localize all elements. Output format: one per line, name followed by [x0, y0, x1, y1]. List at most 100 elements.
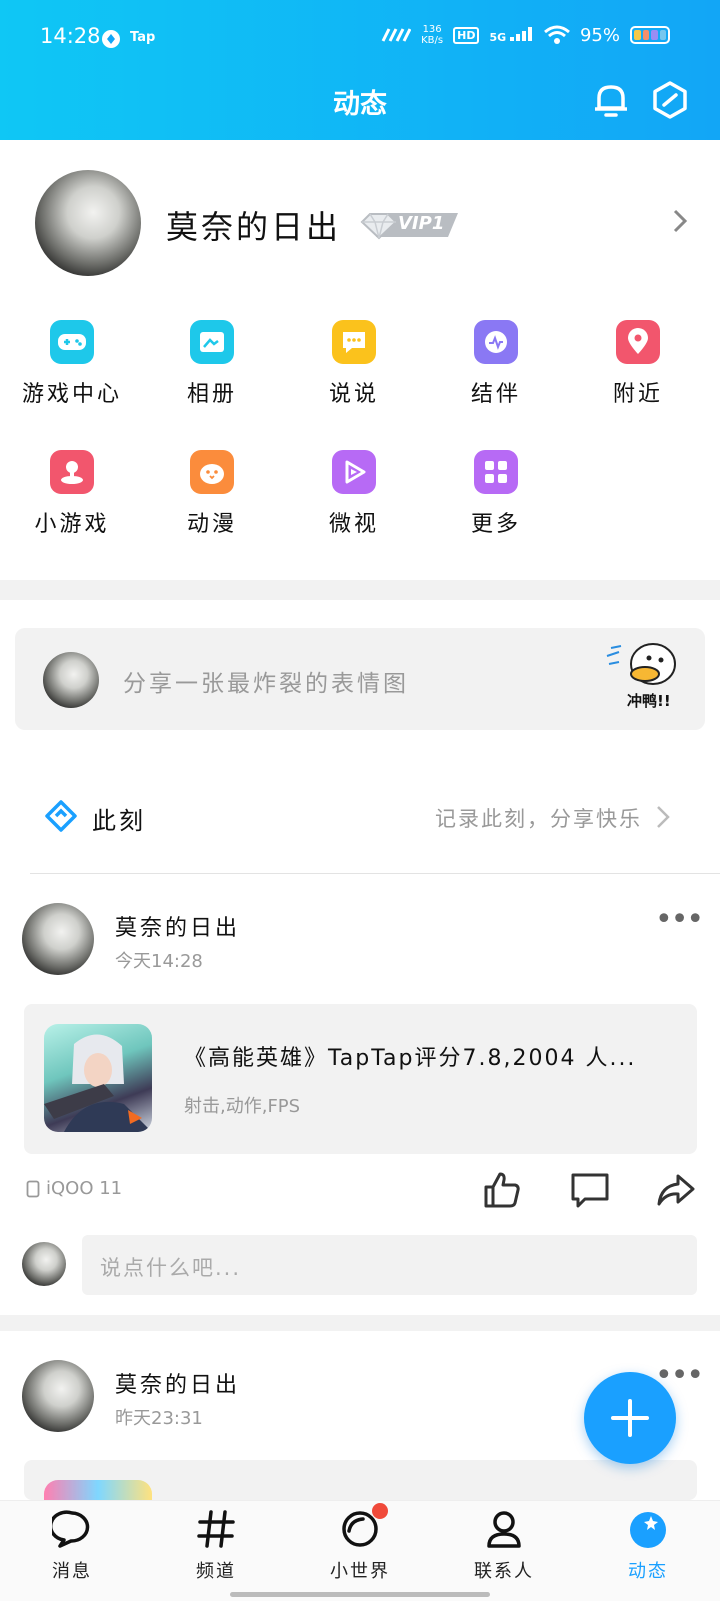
grid-label: 结伴 — [470, 382, 521, 407]
like-icon[interactable] — [482, 1170, 522, 1210]
status-bar: 14:28 Tap 136 KB/s HD 5G 95% — [0, 0, 720, 80]
more-options-icon[interactable]: ••• — [655, 902, 704, 937]
game-thumbnail — [44, 1480, 152, 1500]
chevron-right-icon[interactable] — [672, 208, 688, 234]
profile-avatar[interactable] — [35, 170, 141, 276]
hexagon-settings-icon[interactable] — [650, 80, 690, 120]
grid-more-icon — [474, 450, 518, 494]
contacts-icon — [487, 1511, 521, 1548]
companion-icon — [474, 320, 518, 364]
grid-item-game-center[interactable]: 游戏中心 — [0, 320, 144, 408]
profile-name[interactable]: 莫奈的日出 — [166, 202, 341, 248]
share-placeholder: 分享一张最炸裂的表情图 — [123, 671, 409, 697]
network-speed: 136 KB/s — [421, 24, 444, 46]
location-pin-icon — [616, 320, 660, 364]
header-bar: 14:28 Tap 136 KB/s HD 5G 95% 动态 — [0, 0, 720, 140]
tab-contacts[interactable]: 联系人 — [432, 1509, 576, 1583]
phone-icon — [26, 1180, 40, 1197]
grid-item-more[interactable]: 更多 — [424, 450, 568, 538]
section-gap — [0, 580, 720, 600]
comment-input[interactable]: 说点什么吧... — [82, 1235, 697, 1295]
moment-label: 此刻 — [92, 807, 146, 835]
game-title: 《高能英雄》TapTap评分7.8,2004 人... — [184, 1046, 637, 1071]
commenter-avatar — [22, 1242, 66, 1286]
moment-icon — [45, 800, 77, 832]
grid-label: 说说 — [328, 382, 379, 407]
tab-messages[interactable]: 消息 — [0, 1509, 144, 1583]
grid-label: 更多 — [470, 512, 521, 537]
section-gap — [0, 1315, 720, 1331]
hashtag-icon — [197, 1510, 235, 1548]
grid-label: 微视 — [328, 512, 379, 537]
moment-hint: 记录此刻，分享快乐 — [435, 807, 642, 831]
hd-badge: HD — [453, 26, 480, 44]
bottom-tab-bar: 消息 频道 小世界 联系人 动态 — [0, 1500, 720, 1601]
signal-speed-icon — [381, 28, 412, 42]
app-notification-icon — [102, 30, 120, 48]
gamepad-icon — [50, 320, 94, 364]
grid-item-nearby[interactable]: 附近 — [566, 320, 710, 408]
device-info: iQOO 11 — [26, 1178, 122, 1199]
grid-label: 相册 — [186, 382, 237, 407]
wifi-icon — [544, 25, 570, 44]
game-share-card[interactable] — [24, 1460, 697, 1500]
notification-dot — [372, 1503, 388, 1519]
anime-chick-icon — [190, 450, 234, 494]
grid-label: 附近 — [612, 382, 663, 407]
album-icon — [190, 320, 234, 364]
play-video-icon — [332, 450, 376, 494]
comment-icon[interactable] — [570, 1170, 610, 1210]
battery-icon — [630, 26, 670, 44]
post-author-name[interactable]: 莫奈的日出 — [115, 910, 240, 942]
cell-signal-icon — [509, 26, 532, 41]
tab-small-world[interactable]: 小世界 — [288, 1503, 432, 1583]
grid-item-shuoshuo[interactable]: 说说 — [282, 320, 426, 408]
device-name: iQOO 11 — [46, 1178, 123, 1199]
post-time: 昨天23:31 — [115, 1408, 203, 1429]
message-icon — [48, 1510, 90, 1548]
grid-item-weishi[interactable]: 微视 — [282, 450, 426, 538]
grid-label: 动漫 — [186, 512, 237, 537]
tab-label: 动态 — [628, 1561, 668, 1582]
post-time: 今天14:28 — [115, 951, 203, 972]
tab-channels[interactable]: 频道 — [144, 1509, 288, 1583]
duck-sticker-icon: 冲鸭!! — [606, 643, 676, 710]
grid-label: 小游戏 — [34, 512, 110, 537]
grid-item-album[interactable]: 相册 — [140, 320, 284, 408]
grid-item-mini-games[interactable]: 小游戏 — [0, 450, 144, 538]
battery-percent: 95% — [579, 24, 620, 46]
status-right: 136 KB/s HD 5G 95% — [381, 24, 670, 46]
post-author-avatar[interactable] — [22, 903, 94, 975]
status-time: 14:28 — [40, 24, 101, 48]
post-author-avatar[interactable] — [22, 1360, 94, 1432]
chat-bubble-icon — [332, 320, 376, 364]
avatar — [43, 652, 99, 708]
comment-placeholder: 说点什么吧... — [100, 1256, 242, 1280]
tab-label: 联系人 — [474, 1561, 534, 1582]
game-share-card[interactable]: 《高能英雄》TapTap评分7.8,2004 人... 射击,动作,FPS — [24, 1004, 697, 1154]
plus-icon — [611, 1399, 649, 1437]
tab-label: 消息 — [52, 1561, 92, 1582]
grid-item-anime[interactable]: 动漫 — [140, 450, 284, 538]
post-author-name[interactable]: 莫奈的日出 — [115, 1367, 240, 1399]
tab-feed[interactable]: 动态 — [576, 1509, 720, 1583]
game-tags: 射击,动作,FPS — [184, 1096, 301, 1117]
grid-item-companion[interactable]: 结伴 — [424, 320, 568, 408]
grid-label: 游戏中心 — [21, 382, 122, 407]
game-character-image — [44, 1034, 152, 1132]
sticker-text: 冲鸭!! — [627, 692, 671, 710]
bell-icon[interactable] — [591, 80, 631, 120]
game-thumbnail — [44, 1024, 152, 1132]
share-prompt-bar[interactable]: 分享一张最炸裂的表情图 冲鸭!! — [15, 628, 705, 730]
home-indicator — [230, 1592, 490, 1597]
share-icon[interactable] — [656, 1170, 696, 1210]
chevron-right-icon — [657, 806, 670, 828]
moment-row[interactable]: 此刻 记录此刻，分享快乐 — [0, 775, 720, 855]
add-post-button[interactable] — [584, 1372, 676, 1464]
tab-label: 小世界 — [330, 1561, 390, 1582]
joystick-icon — [50, 450, 94, 494]
tab-label: 频道 — [196, 1561, 236, 1582]
feed-star-icon — [630, 1512, 666, 1548]
tap-app-badge: Tap — [130, 30, 156, 45]
network-5g: 5G — [489, 26, 534, 44]
